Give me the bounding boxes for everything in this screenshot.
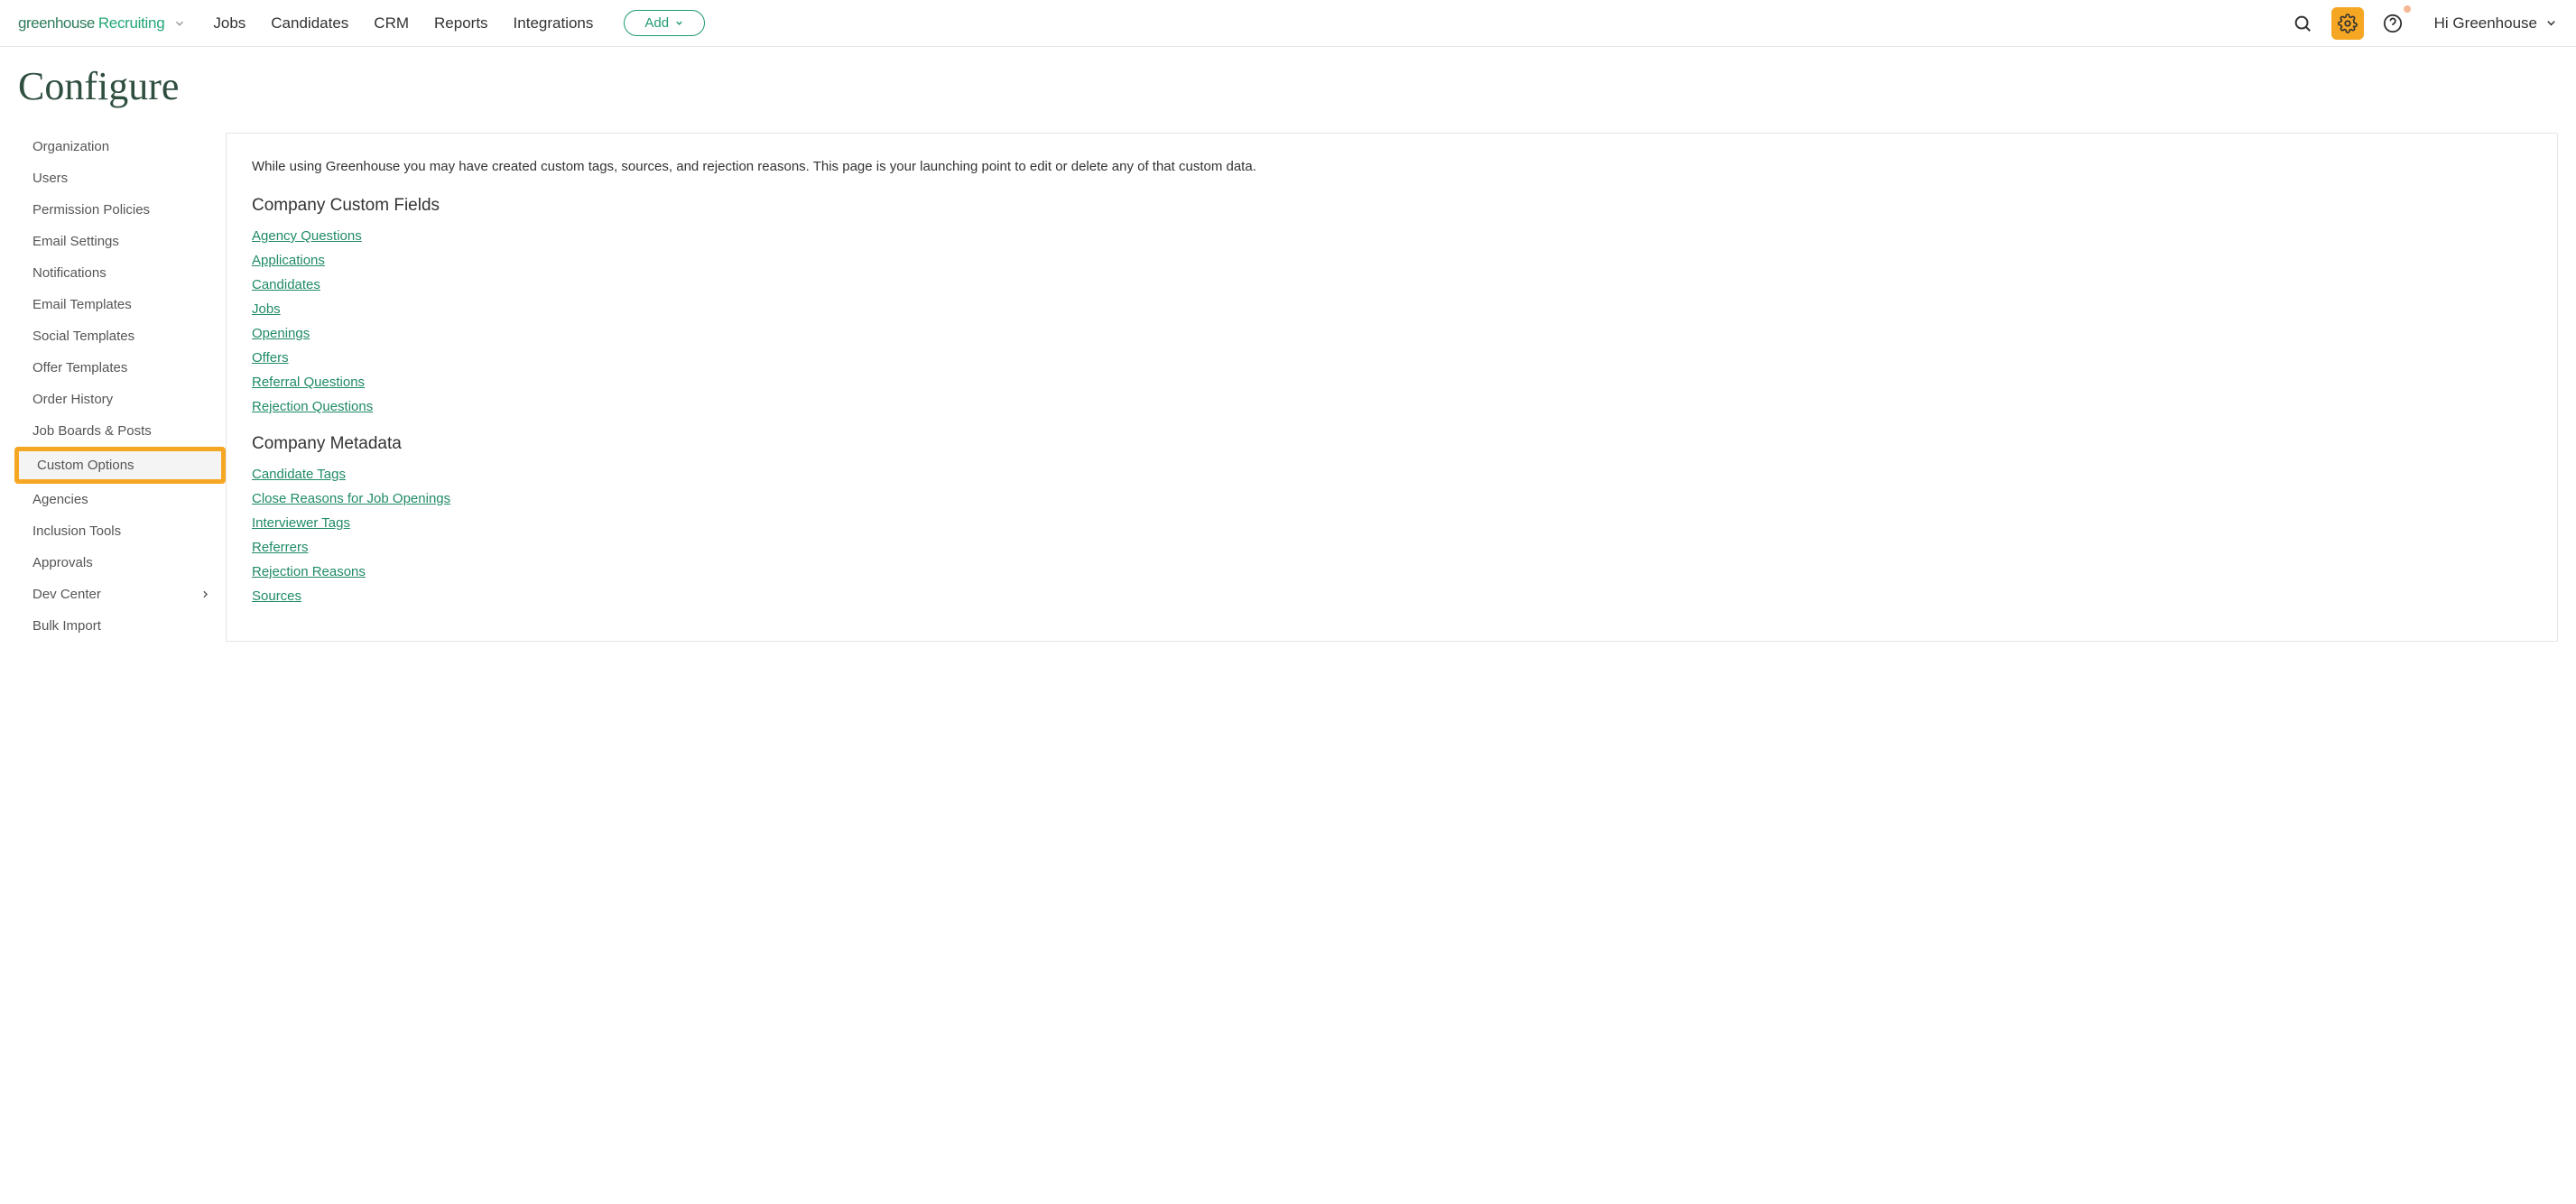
sidebar-item-label: Approvals <box>32 555 93 570</box>
main-content: While using Greenhouse you may have crea… <box>226 133 2558 642</box>
sidebar-item-label: Permission Policies <box>32 202 150 218</box>
sidebar: Organization Users Permission Policies E… <box>0 131 226 642</box>
link-agency-questions[interactable]: Agency Questions <box>252 228 362 244</box>
section-metadata-title: Company Metadata <box>252 434 2532 454</box>
sidebar-item-label: Social Templates <box>32 329 134 344</box>
gear-icon[interactable] <box>2331 7 2364 40</box>
sidebar-item-label: Users <box>32 171 68 186</box>
main-nav: Jobs Candidates CRM Reports Integrations <box>213 14 593 32</box>
sidebar-item-dev-center[interactable]: Dev Center <box>18 579 226 610</box>
link-close-reasons[interactable]: Close Reasons for Job Openings <box>252 491 450 506</box>
sidebar-item-permission-policies[interactable]: Permission Policies <box>18 194 226 226</box>
chevron-down-icon <box>674 18 684 28</box>
sidebar-item-label: Bulk Import <box>32 618 101 634</box>
sidebar-item-job-boards-posts[interactable]: Job Boards & Posts <box>18 415 226 447</box>
search-icon[interactable] <box>2286 7 2319 40</box>
sidebar-item-label: Notifications <box>32 265 107 281</box>
sidebar-item-email-templates[interactable]: Email Templates <box>18 289 226 320</box>
logo[interactable]: greenhouse Recruiting <box>18 14 186 32</box>
chevron-right-icon <box>199 588 211 600</box>
link-referral-questions[interactable]: Referral Questions <box>252 375 365 390</box>
sidebar-item-label: Offer Templates <box>32 360 127 375</box>
nav-reports[interactable]: Reports <box>434 14 488 32</box>
nav-integrations[interactable]: Integrations <box>514 14 594 32</box>
sidebar-item-label: Custom Options <box>37 458 134 473</box>
section-custom-fields-title: Company Custom Fields <box>252 196 2532 216</box>
nav-crm[interactable]: CRM <box>374 14 409 32</box>
metadata-links: Candidate Tags Close Reasons for Job Ope… <box>252 467 2532 604</box>
link-candidate-tags[interactable]: Candidate Tags <box>252 467 346 482</box>
add-button-label: Add <box>644 15 669 31</box>
sidebar-item-users[interactable]: Users <box>18 162 226 194</box>
intro-text: While using Greenhouse you may have crea… <box>252 159 2532 174</box>
sidebar-item-approvals[interactable]: Approvals <box>18 547 226 579</box>
user-menu-label: Hi Greenhouse <box>2434 14 2537 32</box>
sidebar-item-social-templates[interactable]: Social Templates <box>18 320 226 352</box>
sidebar-item-label: Job Boards & Posts <box>32 423 152 439</box>
link-offers[interactable]: Offers <box>252 350 289 366</box>
logo-secondary: Recruiting <box>98 14 165 32</box>
sidebar-item-label: Organization <box>32 139 109 154</box>
sidebar-item-offer-templates[interactable]: Offer Templates <box>18 352 226 384</box>
sidebar-item-agencies[interactable]: Agencies <box>18 484 226 515</box>
link-rejection-questions[interactable]: Rejection Questions <box>252 399 373 414</box>
sidebar-item-organization[interactable]: Organization <box>18 131 226 162</box>
sidebar-item-bulk-import[interactable]: Bulk Import <box>18 610 226 642</box>
sidebar-item-label: Dev Center <box>32 587 101 602</box>
logo-primary: greenhouse <box>18 14 95 32</box>
link-interviewer-tags[interactable]: Interviewer Tags <box>252 515 350 531</box>
link-referrers[interactable]: Referrers <box>252 540 309 555</box>
notification-badge <box>2404 5 2411 13</box>
sidebar-item-label: Email Settings <box>32 234 119 249</box>
nav-jobs[interactable]: Jobs <box>213 14 246 32</box>
link-applications[interactable]: Applications <box>252 253 325 268</box>
link-sources[interactable]: Sources <box>252 588 301 604</box>
chevron-down-icon <box>2544 16 2558 30</box>
sidebar-item-inclusion-tools[interactable]: Inclusion Tools <box>18 515 226 547</box>
link-candidates[interactable]: Candidates <box>252 277 320 292</box>
custom-fields-links: Agency Questions Applications Candidates… <box>252 228 2532 414</box>
sidebar-item-email-settings[interactable]: Email Settings <box>18 226 226 257</box>
add-button[interactable]: Add <box>624 10 705 36</box>
top-navigation: greenhouse Recruiting Jobs Candidates CR… <box>0 0 2576 47</box>
user-menu[interactable]: Hi Greenhouse <box>2434 14 2558 32</box>
sidebar-item-custom-options[interactable]: Custom Options <box>14 447 226 484</box>
header-right-icons: Hi Greenhouse <box>2286 7 2558 40</box>
nav-candidates[interactable]: Candidates <box>271 14 348 32</box>
sidebar-item-order-history[interactable]: Order History <box>18 384 226 415</box>
link-jobs[interactable]: Jobs <box>252 301 281 317</box>
chevron-down-icon[interactable] <box>173 17 186 30</box>
page-title: Configure <box>18 63 2576 109</box>
help-icon[interactable] <box>2377 7 2409 40</box>
link-openings[interactable]: Openings <box>252 326 310 341</box>
sidebar-item-label: Email Templates <box>32 297 132 312</box>
sidebar-item-label: Agencies <box>32 492 88 507</box>
sidebar-item-notifications[interactable]: Notifications <box>18 257 226 289</box>
sidebar-item-label: Order History <box>32 392 113 407</box>
sidebar-item-label: Inclusion Tools <box>32 523 121 539</box>
link-rejection-reasons[interactable]: Rejection Reasons <box>252 564 366 579</box>
